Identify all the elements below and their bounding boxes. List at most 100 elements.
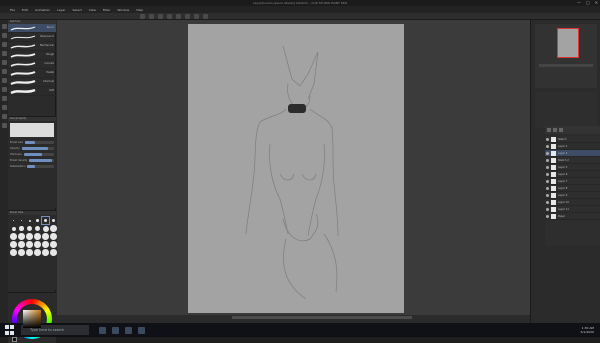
menu-filter[interactable]: Filter bbox=[103, 8, 110, 12]
brush-size-preset[interactable] bbox=[34, 217, 41, 224]
brush-size-preset[interactable] bbox=[50, 241, 57, 248]
eyedropper-tool-icon[interactable] bbox=[1, 51, 7, 56]
new-layer-icon[interactable] bbox=[547, 128, 551, 132]
brush-size-preset[interactable] bbox=[18, 241, 25, 248]
menu-animation[interactable]: Animation bbox=[35, 8, 50, 12]
brush-size-preset[interactable] bbox=[42, 225, 49, 232]
brush-size-preset[interactable] bbox=[18, 233, 25, 240]
brush-item[interactable]: Rough bbox=[8, 51, 56, 60]
brush-size-preset[interactable] bbox=[34, 249, 41, 256]
eye-icon[interactable] bbox=[546, 151, 549, 155]
text-tool-icon[interactable] bbox=[1, 123, 7, 128]
brush-size-preset[interactable] bbox=[18, 225, 25, 232]
brush-size-preset[interactable] bbox=[10, 241, 17, 248]
open-icon[interactable] bbox=[149, 13, 154, 19]
menu-view[interactable]: View bbox=[89, 8, 96, 12]
brush-size-preset[interactable] bbox=[50, 217, 57, 224]
brush-item[interactable]: Pencil bbox=[8, 24, 56, 33]
clear-icon[interactable] bbox=[185, 13, 190, 19]
zoom-tool-icon[interactable] bbox=[1, 24, 7, 29]
property-row[interactable]: Stabilization bbox=[8, 163, 56, 169]
saturation-value-square[interactable] bbox=[23, 310, 41, 328]
eye-icon[interactable] bbox=[546, 172, 549, 176]
main-color-swatch[interactable] bbox=[12, 337, 17, 342]
scroll-thumb[interactable] bbox=[232, 316, 412, 319]
layer-row[interactable]: Layer 9 bbox=[545, 192, 600, 199]
brush-size-preset[interactable] bbox=[42, 249, 49, 256]
horizontal-scrollbar[interactable] bbox=[57, 315, 530, 320]
menu-help[interactable]: Help bbox=[136, 8, 143, 12]
layer-row[interactable]: Layer 5 bbox=[545, 164, 600, 171]
brush-size-preset[interactable] bbox=[34, 225, 41, 232]
new-file-icon[interactable] bbox=[140, 13, 145, 19]
zoom-slider[interactable] bbox=[539, 64, 593, 67]
brush-size-preset[interactable] bbox=[34, 241, 41, 248]
menu-layer[interactable]: Layer bbox=[57, 8, 65, 12]
eye-icon[interactable] bbox=[546, 193, 549, 197]
density-slider[interactable] bbox=[29, 158, 54, 162]
menu-edit[interactable]: Edit bbox=[22, 8, 28, 12]
layer-row[interactable]: Layer 8 bbox=[545, 185, 600, 192]
brush-size-preset[interactable] bbox=[18, 217, 25, 224]
menu-select[interactable]: Select bbox=[73, 8, 82, 12]
menu-window[interactable]: Window bbox=[117, 8, 129, 12]
eraser-tool-icon[interactable] bbox=[1, 96, 7, 101]
brush-size-preset[interactable] bbox=[26, 241, 33, 248]
windows-start-icon[interactable] bbox=[5, 325, 15, 335]
brush-size-preset[interactable] bbox=[50, 233, 57, 240]
eye-icon[interactable] bbox=[546, 186, 549, 190]
layer-row[interactable]: Layer 10 bbox=[545, 199, 600, 206]
brush-size-preset[interactable] bbox=[10, 217, 17, 224]
layer-row[interactable]: Layer 2 bbox=[545, 143, 600, 150]
eye-icon[interactable] bbox=[546, 207, 549, 211]
select-tool-icon[interactable] bbox=[1, 42, 7, 47]
brush-tool-icon[interactable] bbox=[1, 78, 7, 83]
delete-layer-icon[interactable] bbox=[559, 128, 563, 132]
redo-icon[interactable] bbox=[176, 13, 181, 19]
eye-icon[interactable] bbox=[546, 158, 549, 162]
airbrush-tool-icon[interactable] bbox=[1, 87, 7, 92]
brush-item[interactable]: Colored bbox=[8, 60, 56, 69]
layer-row[interactable]: Paper bbox=[545, 213, 600, 220]
brush-size-preset[interactable] bbox=[18, 249, 25, 256]
brush-size-preset[interactable] bbox=[26, 217, 33, 224]
gradient-tool-icon[interactable] bbox=[1, 114, 7, 119]
pen-tool-icon[interactable] bbox=[1, 60, 7, 65]
brush-item[interactable]: Pastel bbox=[8, 69, 56, 78]
brush-item[interactable]: Charcoal bbox=[8, 78, 56, 87]
task-view-icon[interactable] bbox=[99, 326, 106, 334]
deselect-icon[interactable] bbox=[203, 13, 208, 19]
layer-row[interactable]: Layer 6 bbox=[545, 171, 600, 178]
eye-icon[interactable] bbox=[546, 165, 549, 169]
layer-row[interactable]: Layer 3 bbox=[545, 150, 600, 157]
brush-size-preset[interactable] bbox=[41, 216, 50, 225]
save-icon[interactable] bbox=[158, 13, 163, 19]
explorer-icon[interactable] bbox=[112, 326, 119, 334]
brush-size-preset[interactable] bbox=[42, 233, 49, 240]
brush-size-preset[interactable] bbox=[10, 233, 17, 240]
brush-size-preset[interactable] bbox=[26, 233, 33, 240]
transform-icon[interactable] bbox=[194, 13, 199, 19]
brush-size-preset[interactable] bbox=[10, 225, 17, 232]
brush-size-preset[interactable] bbox=[26, 225, 33, 232]
canvas-paper[interactable] bbox=[188, 24, 404, 313]
layer-row[interactable]: Layer 7 bbox=[545, 178, 600, 185]
navigator-thumbnail[interactable] bbox=[557, 28, 579, 58]
eye-icon[interactable] bbox=[546, 214, 549, 218]
brush-item[interactable]: Mechanical bbox=[8, 42, 56, 51]
fill-tool-icon[interactable] bbox=[1, 105, 7, 110]
opacity-slider[interactable] bbox=[21, 146, 54, 150]
eye-icon[interactable] bbox=[546, 137, 549, 141]
brush-size-slider[interactable] bbox=[24, 140, 54, 144]
browser-icon[interactable] bbox=[138, 326, 145, 334]
hardness-slider[interactable] bbox=[23, 152, 54, 156]
move-tool-icon[interactable] bbox=[1, 33, 7, 38]
menu-file[interactable]: File bbox=[10, 8, 15, 12]
pencil-tool-icon[interactable] bbox=[1, 69, 7, 74]
layer-row[interactable]: Sketch 2 bbox=[545, 157, 600, 164]
brush-size-preset[interactable] bbox=[34, 233, 41, 240]
brush-size-preset[interactable] bbox=[42, 241, 49, 248]
brush-size-preset[interactable] bbox=[26, 249, 33, 256]
eye-icon[interactable] bbox=[546, 144, 549, 148]
layer-row[interactable]: Sketch bbox=[545, 136, 600, 143]
